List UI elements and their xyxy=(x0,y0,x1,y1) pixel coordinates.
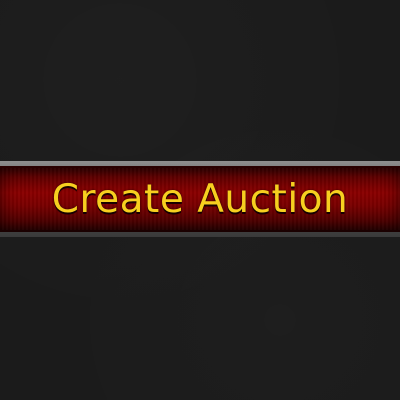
background-panel: Create Auction xyxy=(0,0,400,400)
create-auction-button-label: Create Auction xyxy=(51,176,349,222)
create-auction-button[interactable]: Create Auction xyxy=(0,161,400,237)
create-auction-button-face[interactable]: Create Auction xyxy=(0,166,400,232)
